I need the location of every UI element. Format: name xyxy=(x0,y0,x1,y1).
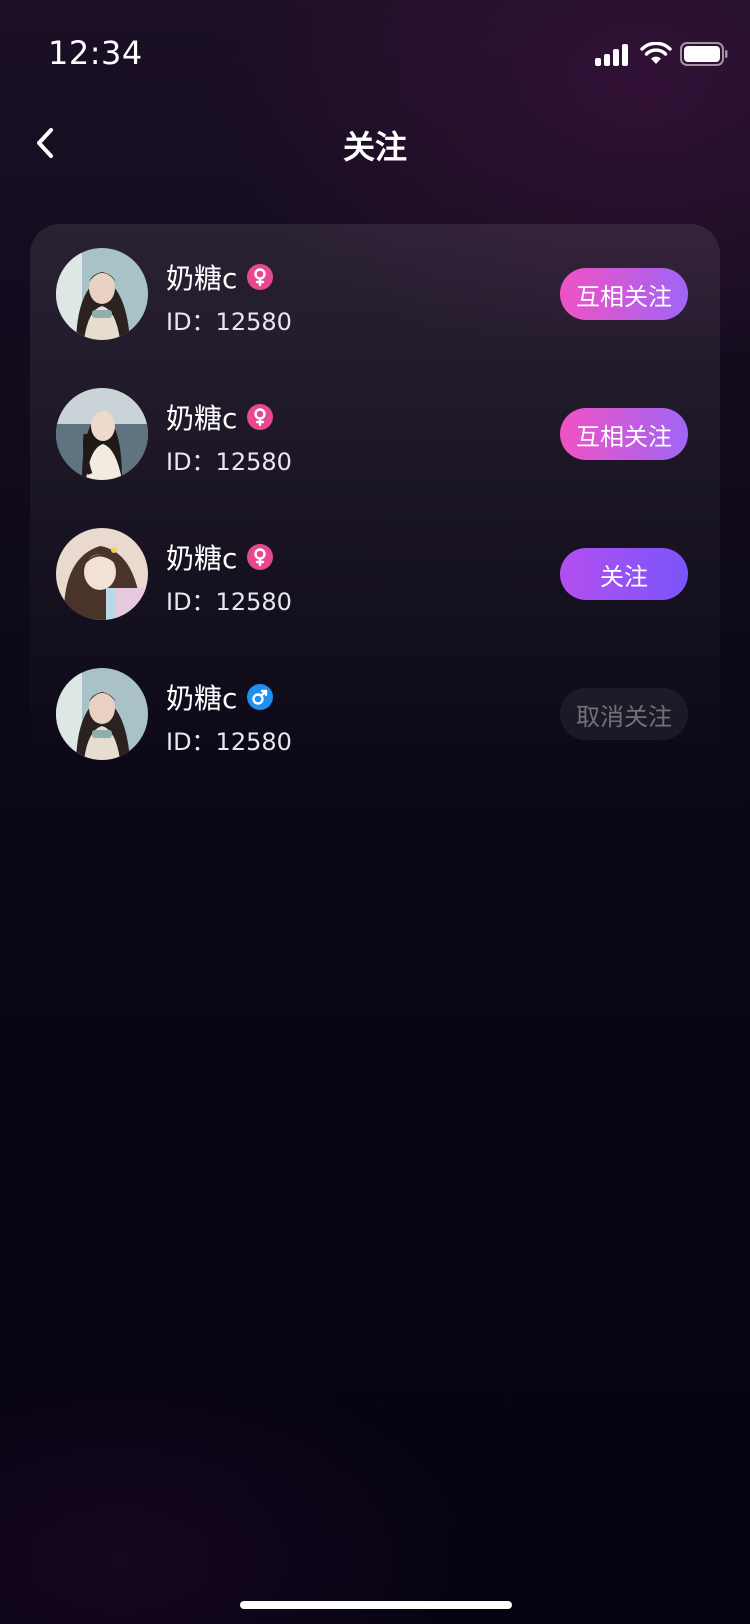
name-row: 奶糖c xyxy=(166,400,274,435)
status-time: 12:34 xyxy=(48,34,143,72)
male-symbol-icon xyxy=(247,684,274,710)
list-item: 奶糖c ID：12580 互相关注 xyxy=(30,248,720,348)
female-symbol-icon xyxy=(247,264,274,290)
avatar[interactable] xyxy=(56,528,148,620)
avatar[interactable] xyxy=(56,248,148,340)
name-row: 奶糖c xyxy=(166,540,274,575)
list-item: 奶糖c ID：12580 互相关注 xyxy=(30,388,720,488)
avatar[interactable] xyxy=(56,668,148,760)
user-name: 奶糖c xyxy=(166,682,238,715)
user-id: ID：12580 xyxy=(166,588,292,616)
avatar-photo xyxy=(56,528,148,620)
name-row: 奶糖c xyxy=(166,680,274,715)
user-name: 奶糖c xyxy=(166,542,238,575)
female-symbol-icon xyxy=(247,404,274,430)
user-id: ID：12580 xyxy=(166,728,292,756)
avatar-photo xyxy=(56,388,148,480)
user-id: ID：12580 xyxy=(166,308,292,336)
user-name: 奶糖c xyxy=(166,262,238,295)
user-id: ID：12580 xyxy=(166,448,292,476)
follow-list: 奶糖c ID：12580 互相关注 奶糖c ID：12580 互相关注 奶糖c … xyxy=(30,224,720,784)
female-symbol-icon xyxy=(247,544,274,570)
avatar-photo xyxy=(56,248,148,340)
home-indicator xyxy=(240,1601,512,1609)
name-row: 奶糖c xyxy=(166,260,274,295)
list-item: 奶糖c ID：12580 取消关注 xyxy=(30,668,720,768)
wifi-icon xyxy=(640,42,672,64)
avatar-photo xyxy=(56,668,148,760)
status-bar: 12:34 xyxy=(0,0,750,100)
user-name: 奶糖c xyxy=(166,402,238,435)
mutual-follow-button[interactable]: 互相关注 xyxy=(560,408,688,460)
nav-bar: 关注 xyxy=(0,110,750,180)
unfollow-button[interactable]: 取消关注 xyxy=(560,688,688,740)
list-item: 奶糖c ID：12580 关注 xyxy=(30,528,720,628)
avatar[interactable] xyxy=(56,388,148,480)
page-title: 关注 xyxy=(342,128,407,166)
cellular-signal-icon xyxy=(595,44,629,66)
battery-icon xyxy=(680,42,728,66)
mutual-follow-button[interactable]: 互相关注 xyxy=(560,268,688,320)
follow-button[interactable]: 关注 xyxy=(560,548,688,600)
